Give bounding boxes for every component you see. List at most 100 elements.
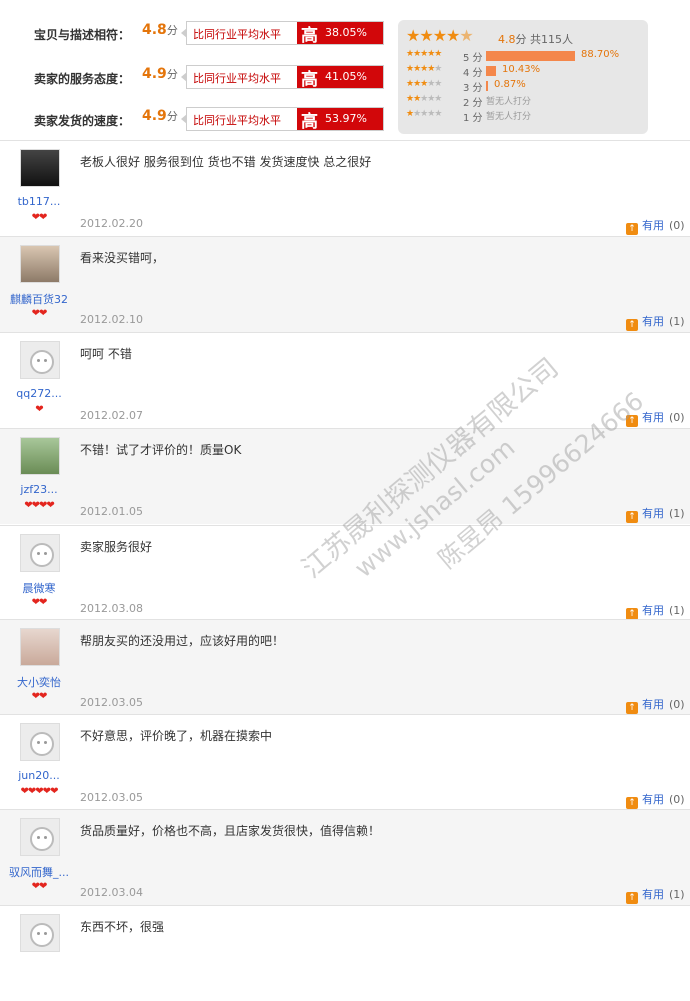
default-avatar-icon — [30, 923, 54, 947]
useful-button[interactable]: ↑ 有用 (0) — [626, 409, 685, 427]
distribution-bar — [486, 51, 575, 61]
distribution-row: ★★★★★ 5 分 88.70% — [406, 49, 646, 64]
thumb-up-icon: ↑ — [626, 415, 638, 427]
level-label: 高 — [301, 26, 318, 46]
review-item: jun20... ❤❤❤❤❤ 不好意思，评价晚了，机器在摸索中 2012.03.05 ↑… — [0, 714, 690, 810]
distribution-label: 2 分 — [463, 98, 483, 109]
user-avatar[interactable] — [20, 341, 60, 379]
useful-button[interactable]: ↑ 有用 (1) — [626, 886, 685, 904]
metric-label: 卖家的服务态度： — [34, 72, 131, 86]
review-date: 2012.03.05 — [80, 696, 143, 709]
useful-count: (1) — [669, 315, 685, 328]
compare-badge: 高 41.05% — [297, 66, 383, 90]
user-avatar[interactable] — [20, 628, 60, 666]
user-name-link[interactable]: 麒麟百货32 — [0, 291, 78, 307]
review-comment: 货品质量好，价格也不高，且店家发货很快，值得信赖！ — [80, 824, 381, 838]
useful-count: (1) — [669, 604, 685, 617]
no-ratings-label: 暂无人打分 — [486, 112, 532, 122]
distribution-label: 5 分 — [463, 53, 483, 64]
user-avatar[interactable] — [20, 245, 60, 283]
review-date: 2012.02.07 — [80, 409, 143, 422]
useful-button[interactable]: ↑ 有用 (1) — [626, 505, 685, 523]
user-name-link[interactable]: jzf23... — [0, 483, 78, 496]
review-item: jzf23... ❤❤❤❤ 不错！试了才评价的！质量OK 2012.01.05 ↑ 有用 (… — [0, 428, 690, 524]
user-name-link[interactable]: 晨微寒 — [0, 580, 78, 596]
metric-score: 4.9分 — [142, 66, 178, 82]
useful-label: 有用 — [642, 888, 664, 901]
useful-button[interactable]: ↑ 有用 (0) — [626, 217, 685, 235]
distribution-percent: 88.70% — [581, 49, 620, 60]
distribution-row: ★★★★★ 3 分 0.87% — [406, 79, 646, 94]
distribution-percent: 0.87% — [494, 79, 526, 90]
review-item: qq272... ❤ 呵呵 不错 2012.02.07 ↑ 有用 (0) — [0, 332, 690, 428]
credit-hearts-icon: ❤❤ — [31, 691, 48, 702]
compare-label: 比同行业平均水平 — [193, 114, 281, 127]
review-comment: 不错！试了才评价的！质量OK — [80, 443, 242, 457]
score-metric: 卖家的服务态度： 4.9分 比同行业平均水平 高 41.05% — [24, 64, 396, 90]
compare-percent: 41.05% — [325, 70, 367, 83]
metric-label: 宝贝与描述相符： — [34, 28, 131, 42]
pointer-arrow-icon — [181, 28, 187, 38]
user-name-link[interactable]: 大小奕怡 — [0, 674, 78, 690]
user-avatar[interactable] — [20, 149, 60, 187]
star-row-icon: ★★★★★ — [406, 64, 442, 74]
credit-hearts-icon: ❤❤ — [31, 881, 48, 892]
no-ratings-label: 暂无人打分 — [486, 97, 532, 107]
compare-percent: 38.05% — [325, 26, 367, 39]
useful-label: 有用 — [642, 315, 664, 328]
thumb-up-icon: ↑ — [626, 223, 638, 235]
distribution-bar — [486, 81, 488, 91]
compare-label: 比同行业平均水平 — [193, 72, 281, 85]
credit-hearts-icon: ❤❤❤❤❤ — [20, 786, 59, 797]
compare-badge: 高 38.05% — [297, 22, 383, 46]
credit-hearts-icon: ❤ — [35, 404, 43, 415]
review-date: 2012.02.20 — [80, 217, 143, 230]
user-avatar[interactable] — [20, 818, 60, 856]
user-avatar[interactable] — [20, 914, 60, 952]
review-date: 2012.01.05 — [80, 505, 143, 518]
useful-count: (0) — [669, 698, 685, 711]
industry-compare-box: 比同行业平均水平 高 38.05% — [181, 21, 384, 46]
user-name-link[interactable]: tb117... — [0, 195, 78, 208]
distribution-bar — [486, 66, 496, 76]
review-comment: 看来没买错呵， — [80, 251, 165, 265]
useful-count: (1) — [669, 888, 685, 901]
useful-label: 有用 — [642, 219, 664, 232]
user-name-link[interactable]: 驭风而舞_... — [0, 864, 78, 880]
star-row-icon: ★★★★★ — [406, 49, 442, 59]
compare-label: 比同行业平均水平 — [193, 28, 281, 41]
useful-button[interactable]: ↑ 有用 (1) — [626, 313, 685, 331]
user-name-link[interactable]: qq272... — [0, 387, 78, 400]
star-row-icon: ★★★★★ — [406, 109, 442, 119]
credit-hearts-icon: ❤❤ — [31, 308, 48, 319]
default-avatar-icon — [30, 732, 54, 756]
rating-summary: 宝贝与描述相符： 4.8分 比同行业平均水平高 38.05% 卖家的服务态度： 4.9分比… — [0, 0, 690, 140]
user-avatar[interactable] — [20, 723, 60, 761]
useful-label: 有用 — [642, 793, 664, 806]
useful-button[interactable]: ↑ 有用 (0) — [626, 696, 685, 714]
metric-score: 4.9分 — [142, 108, 178, 124]
distribution-percent: 10.43% — [502, 64, 541, 75]
thumb-up-icon: ↑ — [626, 319, 638, 331]
useful-label: 有用 — [642, 411, 664, 424]
review-item: tb117... ❤❤ 老板人很好 服务很到位 货也不错 发货速度快 总之很好 201… — [0, 140, 690, 236]
useful-button[interactable]: ↑ 有用 (1) — [626, 602, 685, 620]
level-label: 高 — [301, 70, 318, 90]
review-comment: 帮朋友买的还没用过，应该好用的吧！ — [80, 634, 285, 648]
useful-button[interactable]: ↑ 有用 (0) — [626, 791, 685, 809]
user-avatar[interactable] — [20, 534, 60, 572]
review-comment: 呵呵 不错 — [80, 347, 132, 361]
review-date: 2012.03.05 — [80, 791, 143, 804]
pointer-arrow-icon — [181, 114, 187, 124]
useful-label: 有用 — [642, 698, 664, 711]
review-date: 2012.03.08 — [80, 602, 143, 615]
metric-label: 卖家发货的速度： — [34, 114, 131, 128]
review-comment: 卖家服务很好 — [80, 540, 153, 554]
review-date: 2012.02.10 — [80, 313, 143, 326]
score-metric: 宝贝与描述相符： 4.8分 比同行业平均水平 高 38.05% — [24, 20, 396, 46]
distribution-row: ★★★★★ 2 分暂无人打分 — [406, 94, 646, 109]
default-avatar-icon — [30, 827, 54, 851]
review-comment: 不好意思，评价晚了，机器在摸索中 — [80, 729, 273, 743]
user-avatar[interactable] — [20, 437, 60, 475]
user-name-link[interactable]: jun20... — [0, 769, 78, 782]
